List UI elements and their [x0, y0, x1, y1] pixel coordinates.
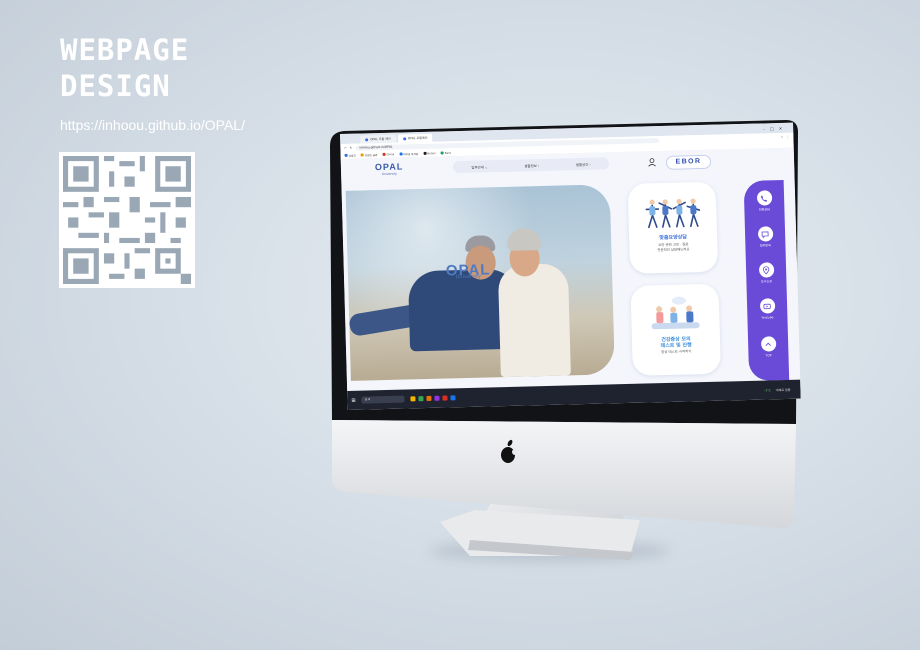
quick-item-label: 입주문의	[759, 243, 771, 248]
dancing-people-illustration	[645, 198, 701, 229]
taskbar-search[interactable]: 검색	[361, 395, 405, 404]
quick-item-label: 전화상담	[758, 207, 770, 212]
nav-item-living-space[interactable]: 생활공간 ›	[576, 161, 591, 166]
chevron-right-icon: ›	[589, 162, 591, 167]
consult-card-desc: 요양 관련 고민 · 질문 전문적인 상담해드려요	[629, 242, 717, 253]
bookmark-label: 대학생 마케팅	[403, 152, 419, 156]
bookmark-label: Notion	[427, 151, 436, 156]
bookmark-label: 삼성전	[348, 154, 356, 158]
taskbar-app-icons	[410, 395, 456, 402]
bookmark-icon	[382, 152, 386, 156]
favicon-icon	[365, 137, 369, 141]
consult-card[interactable]: 맞춤요양상담 요양 관련 고민 · 질문 전문적인 상담해드려요	[627, 181, 719, 274]
browser-tab-active[interactable]: OPAL 오팔메인	[397, 133, 433, 143]
bookmark-icon	[423, 151, 427, 155]
star-icon[interactable]: ☆	[781, 135, 784, 139]
site-logo-text: OPAL	[374, 161, 404, 173]
refresh-icon[interactable]: ↻	[350, 146, 353, 150]
youtube-icon	[759, 298, 775, 314]
browser-tab-label: OPAL 오팔 메인	[370, 136, 391, 142]
back-icon[interactable]: ←	[344, 146, 347, 150]
app-icon[interactable]	[434, 395, 440, 401]
monitor-screen: OPAL 오팔 메인 OPAL 오팔메인 –□✕ ← ↻ inhoou.gith…	[340, 122, 801, 411]
bookmark-icon	[440, 151, 444, 155]
favicon-icon	[402, 136, 406, 140]
nav-item-label: 생활공간	[575, 162, 589, 167]
nav-item-label: 생활정보	[524, 163, 537, 168]
bookmark-item[interactable]: Gmail	[382, 152, 394, 156]
main-nav: 입주안내 ⌄ 생활정보 › 생활공간 ›	[452, 157, 610, 174]
quick-item-label: Youtube	[761, 315, 774, 320]
weather-status: 대체로 맑음	[775, 387, 791, 392]
quick-item-youtube[interactable]: Youtube	[747, 298, 788, 320]
bookmark-icon	[344, 153, 348, 157]
consult-card-desc-line: 전문적인 상담해드려요	[657, 246, 690, 252]
weather-temp: -1°C	[764, 387, 771, 393]
bookmark-icon	[399, 152, 403, 156]
browser-tab[interactable]: OPAL 오팔 메인	[360, 134, 396, 144]
app-icon[interactable]	[426, 395, 432, 402]
app-icon[interactable]	[442, 395, 448, 401]
bookmark-item[interactable]: 트렌드 공유	[360, 153, 378, 157]
chevron-right-icon: ›	[537, 163, 540, 168]
system-tray: -1°C 대체로 맑음	[764, 387, 790, 392]
nav-item-living-info[interactable]: 생활정보 ›	[524, 163, 539, 168]
bookmark-icon	[360, 153, 364, 157]
bookmark-item[interactable]: Notion	[423, 151, 436, 155]
consult-card-title: 맞춤요양상담	[659, 234, 688, 242]
user-icon[interactable]	[647, 157, 657, 167]
quick-item-label: TOP	[765, 353, 772, 358]
map-pin-icon	[758, 262, 774, 278]
chrome-icon[interactable]	[418, 396, 424, 402]
phone-icon	[756, 190, 772, 206]
health-test-card[interactable]: 건강증상 모의 테스트 및 진행 증상 테스트 시작하기	[630, 283, 721, 376]
nav-item-label: 입주안내	[471, 164, 484, 170]
file-explorer-icon[interactable]	[410, 396, 416, 402]
browser-tab-label: OPAL 오팔메인	[407, 135, 428, 141]
bookmark-item[interactable]: Bard	[440, 151, 451, 155]
bookmark-label: Bard	[444, 151, 451, 155]
health-test-card-title: 건강증상 모의 테스트 및 진행	[632, 336, 720, 350]
quick-item-top[interactable]: TOP	[748, 336, 789, 358]
bookmark-item[interactable]: 삼성전	[344, 153, 356, 158]
quick-item-phone[interactable]: 전화상담	[744, 190, 785, 212]
quick-menu: 전화상담 입주문의 오시는길 Youtube TOP	[743, 179, 790, 381]
hero-banner: OPAL University	[345, 184, 615, 381]
site-logo-subtext: University	[381, 171, 397, 176]
quick-item-chat[interactable]: 입주문의	[745, 226, 786, 248]
site-logo[interactable]: OPAL University	[374, 161, 404, 176]
chatting-people-illustration	[651, 296, 700, 330]
menu-icon[interactable]: ⋮	[786, 135, 789, 139]
chevron-down-icon: ⌄	[484, 164, 488, 169]
bookmark-label: Gmail	[386, 152, 395, 157]
hero-logo: OPAL University	[446, 261, 491, 280]
hero-photo-woman	[497, 263, 571, 378]
quick-item-label: 오시는길	[760, 279, 772, 284]
opal-webpage: OPAL University 입주안내 ⌄ 생활정보 › 생활공간 › EBO…	[340, 147, 801, 391]
bookmark-label: 트렌드 공유	[364, 153, 378, 157]
window-controls[interactable]: –□✕	[763, 125, 793, 134]
chevron-up-icon	[760, 336, 776, 352]
quick-item-map[interactable]: 오시는길	[746, 262, 787, 284]
nav-item-move-in[interactable]: 입주안내 ⌄	[471, 164, 488, 169]
health-test-card-desc: 증상 테스트 시작하기	[661, 349, 692, 355]
vscode-icon[interactable]	[450, 395, 456, 401]
windows-start-icon[interactable]: ⊞	[351, 397, 355, 403]
partner-badge[interactable]: EBOR	[665, 154, 712, 170]
chat-icon	[757, 226, 773, 242]
bookmark-item[interactable]: 대학생 마케팅	[399, 152, 418, 156]
